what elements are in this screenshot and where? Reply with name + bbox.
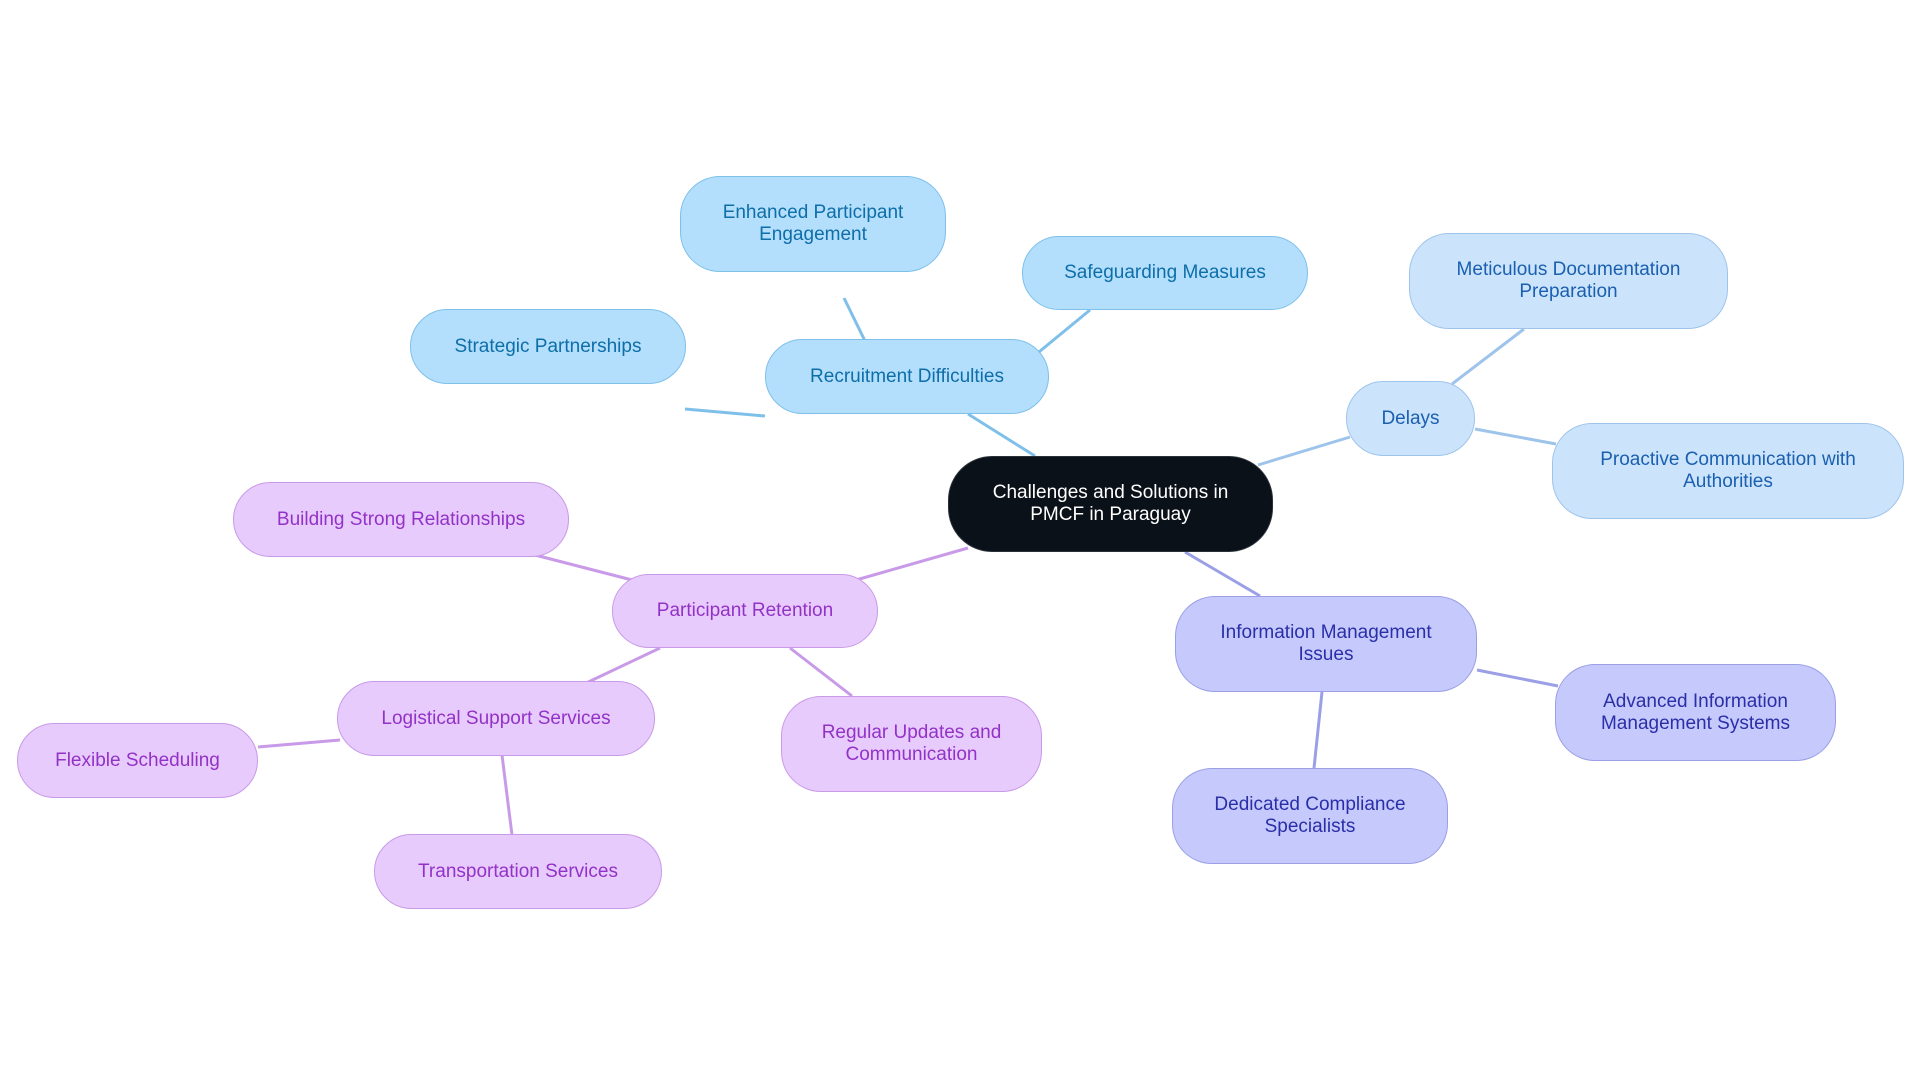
edge-logistical-transportation bbox=[500, 754, 514, 836]
edge-root-delays bbox=[1257, 435, 1351, 467]
node-label: Regular Updates and Communication bbox=[821, 722, 1002, 765]
node-advanced-information-management-systems[interactable]: Advanced Information Management Systems bbox=[1555, 664, 1836, 761]
node-label: Proactive Communication with Authorities bbox=[1600, 449, 1856, 492]
node-enhanced-participant-engagement[interactable]: Enhanced Participant Engagement bbox=[680, 176, 946, 272]
node-label: Meticulous Documentation Preparation bbox=[1456, 259, 1681, 302]
node-label: Information Management Issues bbox=[1220, 622, 1432, 665]
node-label: Logistical Support Services bbox=[381, 707, 611, 729]
node-flexible-scheduling[interactable]: Flexible Scheduling bbox=[17, 723, 258, 798]
node-label: Dedicated Compliance Specialists bbox=[1214, 794, 1406, 837]
node-label: Recruitment Difficulties bbox=[810, 365, 1004, 387]
node-label: Strategic Partnerships bbox=[454, 335, 642, 357]
node-label: Delays bbox=[1381, 407, 1440, 429]
node-label: Advanced Information Management Systems bbox=[1600, 690, 1791, 734]
node-logistical-support-services[interactable]: Logistical Support Services bbox=[337, 681, 655, 756]
edge-info-advanced bbox=[1476, 668, 1559, 688]
node-proactive-communication-with-authorities[interactable]: Proactive Communication with Authorities bbox=[1552, 423, 1904, 519]
edge-delays-proactive bbox=[1474, 427, 1557, 446]
node-label: Participant Retention bbox=[656, 600, 834, 621]
node-recruitment-difficulties[interactable]: Recruitment Difficulties bbox=[765, 339, 1049, 414]
node-label: Building Strong Relationships bbox=[276, 508, 526, 530]
node-label: Enhanced Participant Engagement bbox=[722, 202, 904, 245]
node-meticulous-documentation-preparation[interactable]: Meticulous Documentation Preparation bbox=[1409, 233, 1728, 329]
edge-logistical-flexible bbox=[257, 738, 341, 749]
node-dedicated-compliance-specialists[interactable]: Dedicated Compliance Specialists bbox=[1172, 768, 1448, 864]
root-node-label: Challenges and Solutions in PMCF in Para… bbox=[992, 482, 1229, 525]
node-building-strong-relationships[interactable]: Building Strong Relationships bbox=[233, 482, 569, 557]
node-label: Flexible Scheduling bbox=[55, 749, 220, 771]
edge-retention-logistical bbox=[581, 646, 661, 687]
node-participant-retention[interactable]: Participant Retention bbox=[612, 574, 878, 648]
edge-info-dedicated bbox=[1312, 691, 1324, 769]
root-node[interactable]: Challenges and Solutions in PMCF in Para… bbox=[948, 456, 1273, 552]
node-strategic-partnerships[interactable]: Strategic Partnerships bbox=[410, 309, 686, 384]
node-transportation-services[interactable]: Transportation Services bbox=[374, 834, 662, 909]
edge-recruitment-strategic bbox=[684, 407, 766, 418]
node-label: Transportation Services bbox=[418, 860, 618, 882]
node-delays[interactable]: Delays bbox=[1346, 381, 1475, 456]
edge-delays-meticulous bbox=[1451, 327, 1525, 386]
edge-root-recruitment bbox=[967, 412, 1036, 458]
edge-root-retention bbox=[855, 546, 969, 582]
edge-retention-building bbox=[534, 553, 633, 582]
edge-retention-regular bbox=[789, 646, 853, 698]
node-information-management-issues[interactable]: Information Management Issues bbox=[1175, 596, 1477, 692]
node-label: Safeguarding Measures bbox=[1064, 262, 1266, 283]
edge-root-info bbox=[1184, 550, 1261, 598]
node-regular-updates-and-communication[interactable]: Regular Updates and Communication bbox=[781, 696, 1042, 792]
node-safeguarding-measures[interactable]: Safeguarding Measures bbox=[1022, 236, 1308, 310]
